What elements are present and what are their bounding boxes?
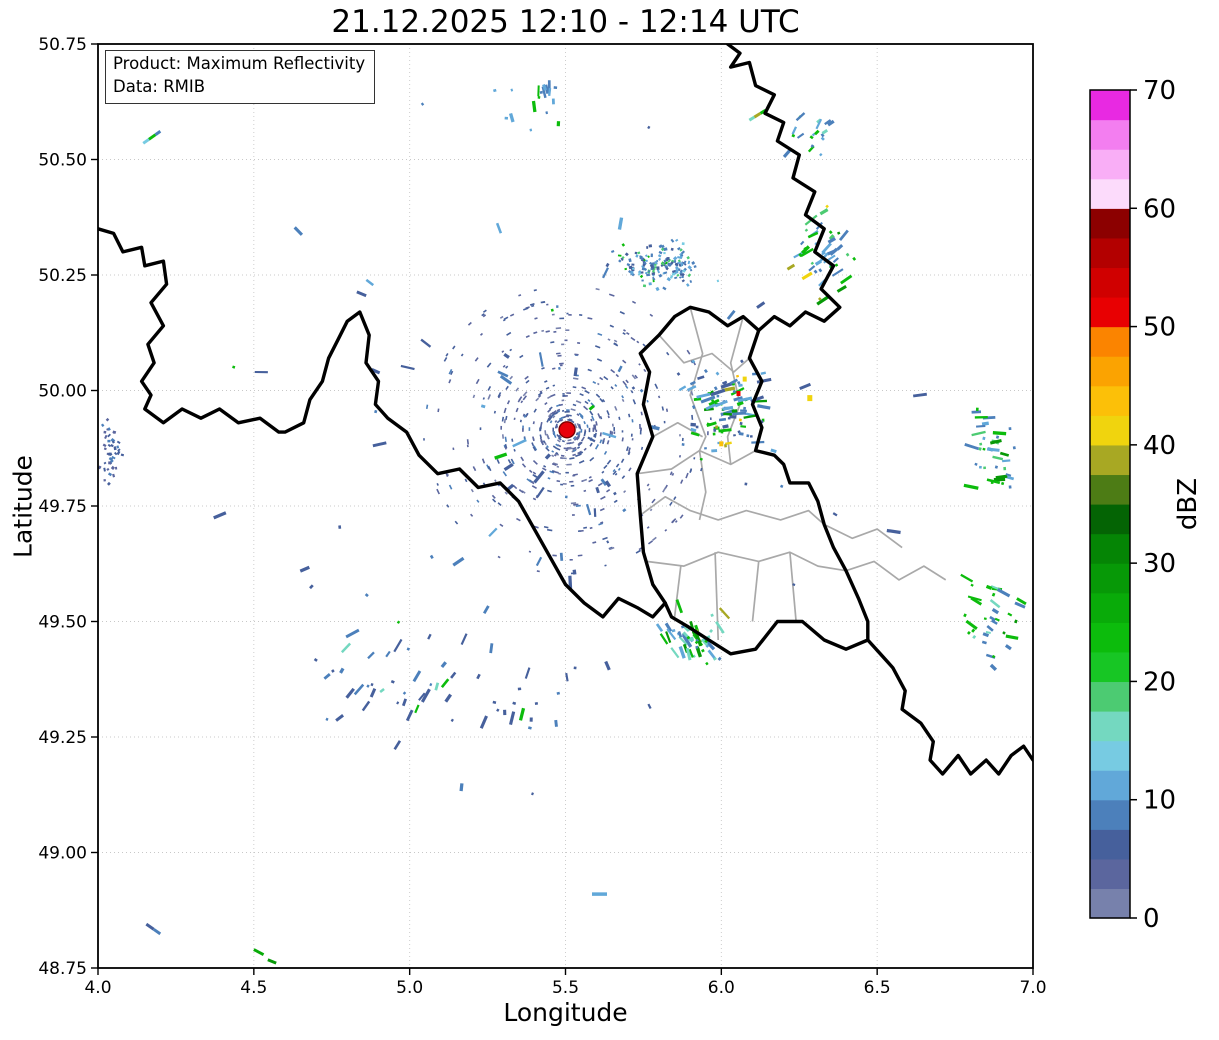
svg-text:49.75: 49.75 (38, 497, 87, 517)
svg-text:70: 70 (1143, 76, 1176, 106)
svg-text:30: 30 (1143, 549, 1176, 579)
svg-text:49.00: 49.00 (38, 844, 87, 864)
svg-text:4.0: 4.0 (84, 978, 111, 998)
colorbar: 0 10 20 30 40 50 60 70 dBZ (1089, 76, 1203, 934)
svg-text:49.25: 49.25 (38, 728, 87, 748)
gridlines (98, 44, 1033, 968)
svg-text:50: 50 (1143, 313, 1176, 343)
svg-text:50.25: 50.25 (38, 266, 87, 286)
svg-text:6.0: 6.0 (708, 978, 735, 998)
colorbar-label: dBZ (1173, 478, 1203, 530)
region-borders (637, 307, 947, 641)
x-axis-label: Longitude (503, 998, 628, 1027)
svg-text:50.50: 50.50 (38, 151, 87, 171)
svg-text:50.75: 50.75 (38, 35, 87, 55)
plot-title: 21.12.2025 12:10 - 12:14 UTC (331, 4, 800, 40)
svg-text:40: 40 (1143, 431, 1176, 461)
annotation-data-line: Data: RMIB (113, 76, 206, 96)
svg-text:50.00: 50.00 (38, 382, 87, 402)
svg-text:48.75: 48.75 (38, 959, 87, 979)
svg-text:49.50: 49.50 (38, 613, 87, 633)
figure: 4.0 4.5 5.0 5.5 6.0 6.5 7.0 48.75 49.00 49.25 49.5… (0, 0, 1219, 1040)
svg-text:7.0: 7.0 (1019, 978, 1046, 998)
svg-text:60: 60 (1143, 194, 1176, 224)
svg-text:0: 0 (1143, 904, 1160, 934)
annotation-product-line: Product: Maximum Reflectivity (113, 54, 366, 73)
svg-text:20: 20 (1143, 667, 1176, 697)
radar-site-marker (558, 421, 576, 439)
axis-ticks (91, 43, 1034, 975)
radar-map-svg: 4.0 4.5 5.0 5.5 6.0 6.5 7.0 48.75 49.00 49.25 49.5… (38, 35, 1203, 998)
y-axis-label: Latitude (8, 455, 38, 558)
svg-text:4.5: 4.5 (240, 978, 267, 998)
svg-text:5.5: 5.5 (552, 978, 579, 998)
radar-echoes (98, 80, 1027, 965)
colorbar-tick-labels: 0 10 20 30 40 50 60 70 (1143, 76, 1176, 934)
svg-text:5.0: 5.0 (396, 978, 423, 998)
axis-tick-labels: 4.0 4.5 5.0 5.5 6.0 6.5 7.0 48.75 49.00 49.25 49.5… (38, 35, 1046, 998)
svg-text:10: 10 (1143, 786, 1176, 816)
annotation-box: Product: Maximum Reflectivity Data: RMIB (105, 50, 376, 104)
svg-text:6.5: 6.5 (864, 978, 891, 998)
